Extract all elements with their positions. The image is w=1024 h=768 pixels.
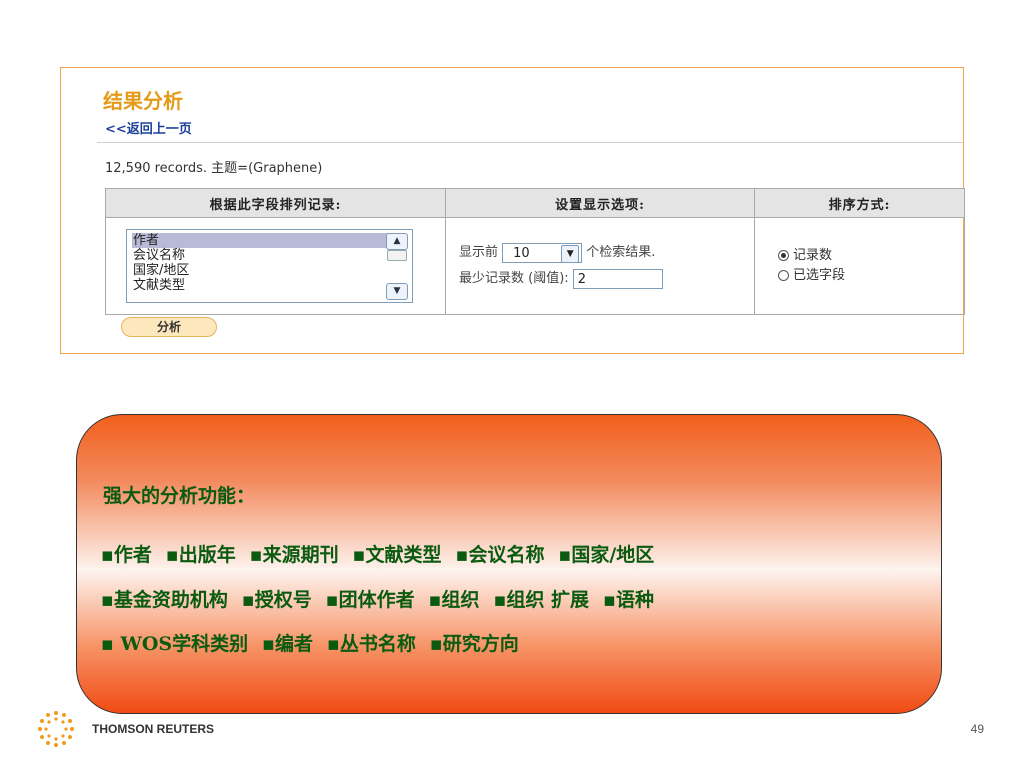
threshold-label: 最少记录数 (阈值): — [459, 271, 569, 286]
feature-item: ▪组织 — [428, 589, 480, 611]
feature-item: ▪作者 — [101, 544, 152, 566]
sort-option-records[interactable]: 记录数 — [778, 246, 963, 266]
scroll-up-icon[interactable]: ▲ — [386, 233, 408, 250]
threshold-input[interactable]: 2 — [572, 268, 663, 289]
field-listbox[interactable]: 作者 会议名称 国家/地区 文献类型 ▲ ▼ — [126, 229, 413, 303]
page-number: 49 — [970, 722, 984, 736]
feature-line-2: ▪基金资助机构 ▪授权号 ▪团体作者 ▪组织 ▪组织 扩展 ▪语种 — [101, 585, 668, 612]
sort-option-field[interactable]: 已选字段 — [778, 266, 963, 286]
display-suffix-label: 个检索结果. — [586, 245, 656, 260]
feature-item: ▪文献类型 — [352, 544, 442, 566]
brand-name: THOMSON REUTERS — [92, 722, 215, 736]
feature-item: ▪团体作者 — [325, 589, 415, 611]
scroll-thumb[interactable] — [387, 250, 407, 261]
radio-selected-icon[interactable] — [778, 250, 789, 261]
display-cell: 显示前 10 ▼ 个检索结果. 最少记录数 (阈值): 2 — [445, 217, 755, 315]
analysis-panel: 结果分析 <<返回上一页 12,590 records. 主题=(Graphen… — [60, 67, 965, 354]
sort-cell: 记录数 已选字段 — [754, 217, 965, 315]
feature-item: ▪丛书名称 — [327, 633, 416, 655]
column-header-sort: 排序方式: — [754, 188, 965, 218]
feature-item: ▪ WOS学科类别 — [101, 633, 249, 655]
column-header-display: 设置显示选项: — [445, 188, 755, 218]
thomson-reuters-logo-icon — [38, 711, 74, 747]
feature-item: ▪编者 — [262, 633, 313, 655]
feature-item: ▪来源期刊 — [249, 544, 339, 566]
back-link[interactable]: <<返回上一页 — [105, 118, 192, 137]
list-item[interactable]: 会议名称 — [132, 248, 403, 263]
options-table: 根据此字段排列记录: 设置显示选项: 排序方式: 作者 会议名称 国家/地区 文… — [105, 188, 965, 315]
field-cell: 作者 会议名称 国家/地区 文献类型 ▲ ▼ — [105, 217, 446, 315]
display-prefix-label: 显示前 — [459, 245, 499, 260]
feature-item: ▪国家/地区 — [558, 544, 655, 566]
feature-line-1: ▪作者 ▪出版年 ▪来源期刊 ▪文献类型 ▪会议名称 ▪国家/地区 — [101, 540, 668, 567]
sort-option-label: 已选字段 — [793, 268, 846, 283]
radio-unselected-icon[interactable] — [778, 270, 789, 281]
feature-item: ▪研究方向 — [429, 633, 519, 655]
feature-item: ▪会议名称 — [455, 544, 545, 566]
list-item[interactable]: 国家/地区 — [132, 263, 403, 278]
feature-line-3: ▪ WOS学科类别 ▪编者 ▪丛书名称 ▪研究方向 — [101, 629, 533, 656]
feature-item: ▪基金资助机构 — [101, 589, 228, 611]
page-title: 结果分析 — [103, 89, 183, 113]
sort-option-label: 记录数 — [793, 248, 833, 263]
display-count-select[interactable]: 10 ▼ — [502, 242, 583, 263]
records-summary: 12,590 records. 主题=(Graphene) — [105, 161, 323, 176]
feature-item: ▪出版年 — [165, 544, 236, 566]
display-count-value: 10 — [513, 245, 530, 261]
callout-heading: 强大的分析功能： — [103, 485, 256, 507]
feature-item: ▪组织 扩展 — [493, 589, 590, 611]
column-header-field: 根据此字段排列记录: — [105, 188, 446, 218]
list-item[interactable]: 作者 — [132, 233, 403, 248]
divider — [97, 142, 963, 143]
analyze-button[interactable]: 分析 — [121, 317, 217, 337]
chevron-down-icon[interactable]: ▼ — [561, 244, 580, 263]
feature-item: ▪语种 — [603, 589, 654, 611]
scroll-down-icon[interactable]: ▼ — [386, 283, 408, 300]
list-item[interactable]: 文献类型 — [132, 278, 403, 293]
feature-item: ▪授权号 — [241, 589, 312, 611]
feature-callout: 强大的分析功能： ▪作者 ▪出版年 ▪来源期刊 ▪文献类型 ▪会议名称 ▪国家/地区 ▪基… — [76, 414, 942, 714]
